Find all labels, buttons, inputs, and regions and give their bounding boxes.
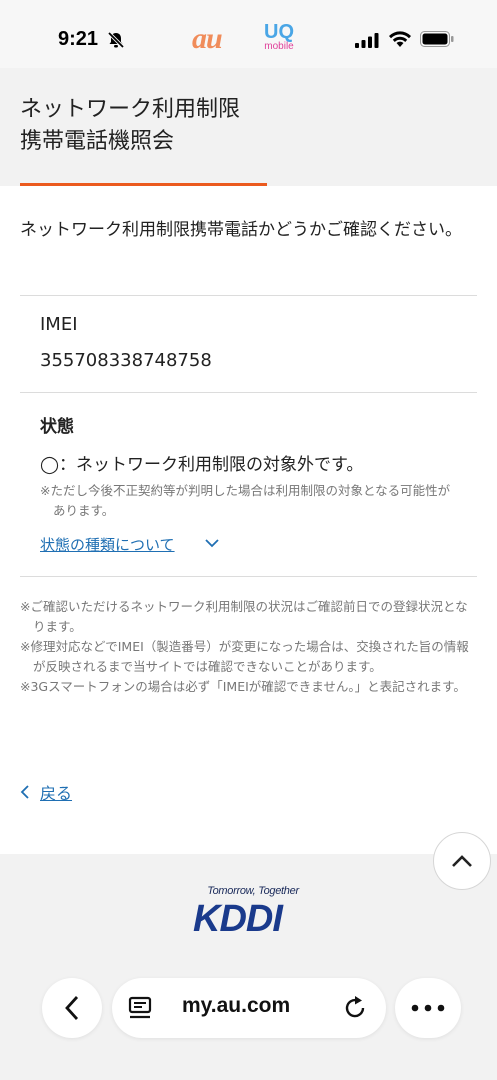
status-types-link[interactable]: 状態の種類について [40,534,175,555]
page-title: ネットワーク利用制限 携帯電話機照会 [20,94,240,158]
title-accent-underline [20,183,267,186]
chevron-left-icon [65,996,79,1020]
kddi-logo: KDDI [193,898,283,940]
page-title-line2: 携帯電話機照会 [20,129,175,154]
uq-mobile-logo: UQ mobile [262,22,296,52]
chevron-left-icon [20,784,30,803]
page-title-line1: ネットワーク利用制限 [20,97,241,122]
reader-mode-icon[interactable] [128,996,154,1020]
kddi-tagline: Tomorrow, Together [207,885,299,897]
intro-text: ネットワーク利用制限携帯電話かどうかご確認ください。 [20,220,462,240]
note-item: ※ご確認いただけるネットワーク利用制限の状況はご確認前日での登録状況となります。 [20,599,468,634]
wifi-icon [389,31,411,47]
status-value: ◯：ネットワーク利用制限の対象外です。 [40,455,364,475]
status-bar: 9:21 au UQ mobile [0,0,497,68]
reload-icon[interactable] [342,995,368,1021]
au-logo: au [192,22,223,55]
note-item: ※3Gスマートフォンの場合は必ず「IMEIが確認できません。」と表記されます。 [20,679,466,694]
uq-logo-subtext: mobile [264,41,294,52]
notes-section: ※ご確認いただけるネットワーク利用制限の状況はご確認前日での登録状況となります。… [20,597,480,697]
scroll-to-top-button[interactable] [433,832,491,890]
back-link[interactable]: 戻る [20,780,72,804]
divider [20,392,477,393]
bell-muted-icon [107,31,125,49]
battery-icon [420,31,454,47]
divider [20,576,477,577]
cellular-signal-icon [355,33,379,48]
browser-back-button[interactable] [42,978,102,1038]
chevron-down-icon[interactable] [204,537,220,549]
status-time: 9:21 [58,28,99,50]
page-header: ネットワーク利用制限 携帯電話機照会 [0,68,497,186]
url-bar[interactable]: my.au.com [112,978,386,1038]
note-item: ※修理対応などでIMEI（製造番号）が変更になった場合は、交換された旨の情報が反… [20,639,469,674]
divider [20,295,477,296]
more-dots-icon [411,1004,445,1012]
status-note: ※ただし今後不正契約等が判明した場合は利用制限の対象となる可能性があります。 [40,483,451,518]
uq-logo-text: UQ [264,21,294,43]
back-link-label: 戻る [40,784,73,803]
url-text: my.au.com [182,994,291,1017]
status-label: 状態 [40,417,74,437]
chevron-up-icon [452,855,472,867]
more-options-button[interactable] [395,978,461,1038]
imei-label: IMEI [40,314,78,335]
imei-value: 355708338748758 [40,350,212,371]
